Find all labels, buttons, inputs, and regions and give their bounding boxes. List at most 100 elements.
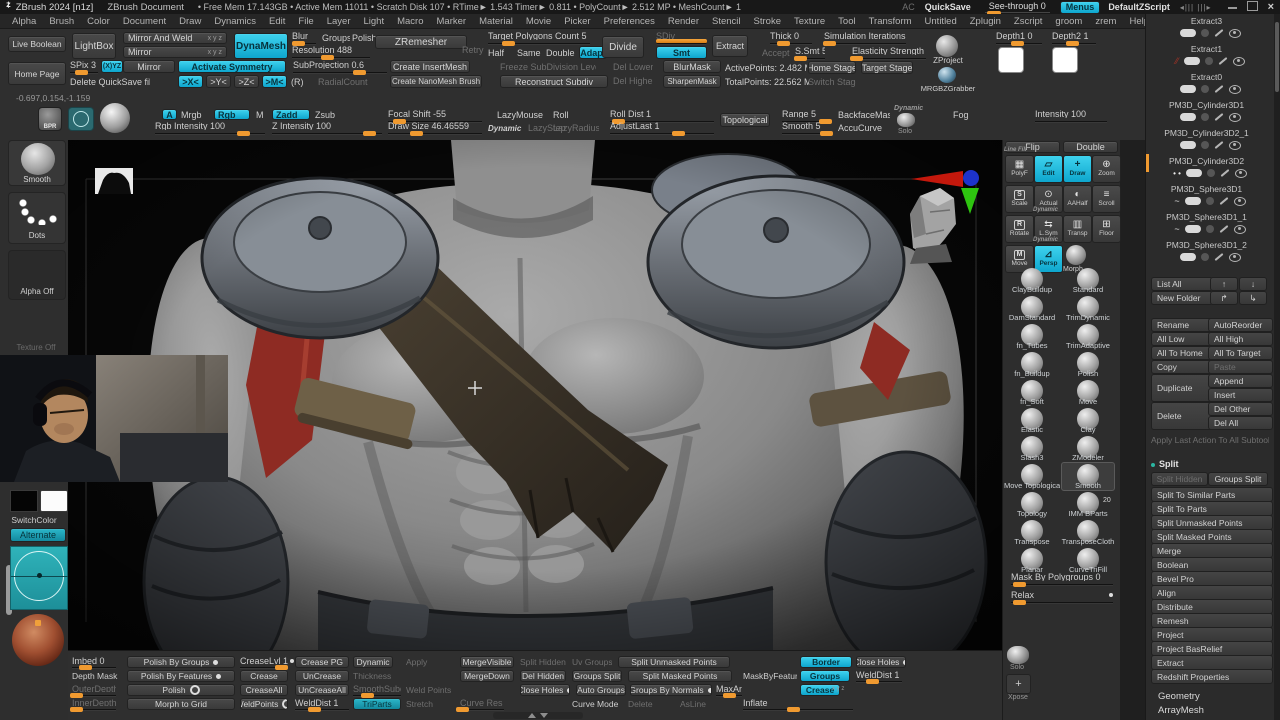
topological-button[interactable]: Topological [720, 113, 770, 127]
polish-by-features-button[interactable]: Polish By Features [127, 670, 235, 682]
subtool-pm3d_cylinder3d1[interactable]: PM3D_Cylinder3D1 [1146, 100, 1267, 110]
switchcolor-button[interactable]: SwitchColor [0, 515, 68, 525]
menu-zplugin[interactable]: Zplugin [970, 16, 1001, 27]
half-button[interactable]: Half [488, 46, 512, 59]
imbed-slider[interactable]: Imbed 0 [72, 656, 116, 670]
brush-icon[interactable] [1214, 113, 1223, 121]
extract-button[interactable]: Extract [712, 35, 748, 57]
lazymouse-toggle[interactable]: LazyMouse [497, 109, 543, 120]
live-boolean-button[interactable]: Live Boolean [8, 36, 66, 52]
groups-split-button[interactable]: Groups Split [1208, 472, 1268, 486]
menu-preferences[interactable]: Preferences [604, 16, 655, 27]
uncrease-button[interactable]: UnCrease [295, 670, 349, 682]
create-nanomesh-button[interactable]: Create NanoMesh Brush [390, 75, 482, 88]
menu-file[interactable]: File [298, 16, 313, 27]
polish-by-groups-button[interactable]: Polish By Groups [127, 656, 235, 668]
brush-icon[interactable] [1220, 169, 1230, 177]
paint-icon[interactable] [1179, 141, 1196, 149]
uv-icon[interactable] [1206, 169, 1215, 177]
restore-button[interactable] [1246, 1, 1258, 13]
depth2-swatch[interactable] [1052, 47, 1078, 73]
crease-pg-button[interactable]: Crease PG [295, 656, 349, 668]
nav-rotate-button[interactable]: R Rotate [1005, 215, 1034, 243]
crease-button[interactable]: Crease [240, 670, 288, 682]
menu-document[interactable]: Document [123, 16, 166, 27]
dynamic-button[interactable]: Dynamic [353, 656, 393, 668]
delete-button[interactable]: Delete [1151, 402, 1213, 430]
alpha-off-box[interactable]: Alpha Off [8, 250, 66, 300]
smooth-strength-slider[interactable]: Smooth 5 [782, 121, 833, 136]
all-to-target-button[interactable]: All To Target [1208, 346, 1273, 360]
paint-icon[interactable] [1179, 29, 1196, 37]
paint-icon[interactable] [1179, 253, 1196, 261]
eye-icon[interactable] [1228, 84, 1241, 94]
border-button[interactable]: Border [800, 656, 852, 668]
m-toggle[interactable]: M [256, 109, 268, 120]
del-hidden-button[interactable]: Del Hidden [520, 670, 566, 682]
paint-icon[interactable] [1185, 169, 1202, 177]
rename-button[interactable]: Rename [1151, 318, 1213, 332]
sculpt-canvas[interactable] [0, 140, 1002, 706]
dynamic-label[interactable]: Dynamic [488, 123, 522, 133]
double-button[interactable]: Double [546, 46, 578, 59]
depth-mask-label[interactable]: Depth Mask [72, 670, 122, 682]
freeze-subdiv-button[interactable]: Freeze SubDivision Levels [500, 61, 596, 73]
nav-edit-button[interactable]: ▱ Edit [1034, 155, 1063, 183]
mergedown-button[interactable]: MergeDown [460, 670, 514, 682]
uv-icon[interactable] [1200, 29, 1209, 37]
section-arraymesh[interactable]: ArrayMesh [1158, 704, 1258, 716]
inflate-slider[interactable]: Inflate [743, 698, 853, 712]
lightbox-button[interactable]: LightBox [72, 33, 116, 59]
dynamesh-button[interactable]: DynaMesh [234, 33, 288, 59]
split-section-header[interactable]: Split [1159, 458, 1209, 470]
home-page-button[interactable]: Home Page [8, 62, 66, 85]
nav-persp-button[interactable]: ⊿ Persp [1034, 245, 1063, 273]
zscript-label[interactable]: DefaultZScript [1108, 2, 1170, 12]
nav-zoom-button[interactable]: ⊕ Zoom [1092, 155, 1121, 183]
mergevisible-button[interactable]: MergeVisible [460, 656, 514, 668]
paint-icon[interactable] [1179, 85, 1196, 93]
triparts-button[interactable]: TriParts [353, 698, 401, 710]
del-other-button[interactable]: Del Other [1208, 402, 1273, 416]
menu-alpha[interactable]: Alpha [12, 16, 36, 27]
creaseall-button[interactable]: CreaseAll [240, 684, 288, 696]
quicksave-button[interactable]: QuickSave [925, 2, 971, 12]
draw-mode-icon[interactable] [68, 107, 94, 131]
split-unmasked-button[interactable]: Split Unmasked Points [618, 656, 730, 668]
menu-color[interactable]: Color [87, 16, 110, 27]
new-folder-button[interactable]: New Folder [1151, 291, 1213, 305]
material-preview-sphere[interactable] [12, 614, 64, 666]
autoreorder-button[interactable]: AutoReorder [1208, 318, 1273, 332]
smt-toggle[interactable]: Smt [656, 46, 707, 59]
menu-stroke[interactable]: Stroke [754, 16, 781, 27]
menu-light[interactable]: Light [363, 16, 384, 27]
section-geometry[interactable]: Geometry [1158, 690, 1258, 702]
sharpenmask-button[interactable]: SharpenMask [663, 75, 721, 88]
same-button[interactable]: Same [517, 46, 543, 59]
split-align-button[interactable]: Align [1151, 585, 1273, 600]
folder-redo-button[interactable]: ↱ [1210, 291, 1238, 305]
rgb-toggle[interactable]: Rgb [214, 109, 250, 120]
depth1-swatch[interactable] [998, 47, 1024, 73]
menu-tool[interactable]: Tool [838, 16, 855, 27]
eye-icon[interactable] [1233, 224, 1246, 234]
creaselvl-slider[interactable]: CreaseLvl 15 [240, 656, 288, 670]
brush-stepper-icons[interactable]: ◂||| |||▸ [1180, 3, 1212, 12]
nav-scale-button[interactable]: S Scale [1005, 185, 1034, 213]
uv-icon[interactable] [1200, 85, 1209, 93]
mask-by-polygroups-slider[interactable]: Mask By Polygroups 0 [1011, 572, 1113, 587]
activate-symmetry-button[interactable]: Activate Symmetry [178, 60, 286, 73]
all-high-button[interactable]: All High [1208, 332, 1273, 346]
roll-toggle[interactable]: Roll [553, 109, 579, 120]
move-up-button[interactable]: ↑ [1210, 277, 1238, 291]
welddist-slider[interactable]: WeldDist 1 [295, 698, 349, 712]
menu-layer[interactable]: Layer [327, 16, 351, 27]
menu-movie[interactable]: Movie [526, 16, 551, 27]
menu-transform[interactable]: Transform [869, 16, 912, 27]
menu-groom[interactable]: groom [1055, 16, 1082, 27]
del-higher-button[interactable]: Del Higher [613, 75, 653, 87]
brush-icon[interactable] [1214, 141, 1223, 149]
paint-icon[interactable] [1183, 57, 1200, 65]
eye-icon[interactable] [1234, 168, 1247, 178]
all-to-home-button[interactable]: All To Home [1151, 346, 1213, 360]
